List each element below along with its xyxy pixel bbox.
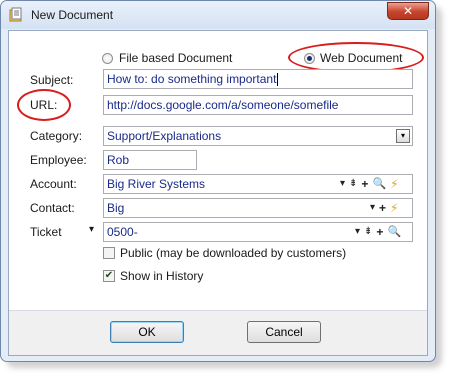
add-icon[interactable]: + bbox=[376, 226, 383, 238]
contact-label: Contact: bbox=[30, 201, 75, 215]
filter-icon[interactable]: ⇟ bbox=[349, 179, 357, 189]
ticket-value: 0500- bbox=[107, 225, 138, 239]
employee-label: Employee: bbox=[30, 153, 87, 167]
chevron-down-icon[interactable]: ▾ bbox=[396, 129, 410, 143]
text-caret bbox=[277, 73, 279, 87]
show-history-checkbox[interactable]: ✔ bbox=[103, 270, 115, 282]
web-document-label[interactable]: Web Document bbox=[320, 51, 402, 65]
subject-input[interactable]: How to: do something important bbox=[103, 69, 413, 89]
filter-icon[interactable]: ⇟ bbox=[364, 227, 372, 237]
category-select[interactable]: Support/Explanations ▾ bbox=[103, 126, 413, 146]
url-input[interactable]: http://docs.google.com/a/someone/somefil… bbox=[103, 95, 413, 115]
title-bar[interactable]: New Document ✕ bbox=[1, 1, 435, 29]
document-icon bbox=[9, 7, 22, 22]
contact-value: Big bbox=[107, 201, 125, 215]
check-icon: ✔ bbox=[104, 270, 114, 281]
dropdown-icon[interactable]: ▾ bbox=[340, 179, 345, 189]
ok-button[interactable]: OK bbox=[110, 321, 184, 343]
public-checkbox[interactable] bbox=[103, 247, 115, 259]
web-document-radio[interactable] bbox=[304, 53, 315, 64]
ticket-dropdown-icon[interactable]: ▾ bbox=[89, 224, 94, 235]
ticket-controls: ▾ ⇟ + 🔍 bbox=[355, 222, 401, 242]
lightning-icon[interactable]: ⚡ bbox=[390, 178, 398, 190]
employee-value: Rob bbox=[107, 153, 130, 167]
contact-input[interactable]: Big bbox=[103, 198, 413, 218]
url-label: URL: bbox=[30, 98, 58, 112]
subject-label: Subject: bbox=[30, 73, 74, 87]
account-label: Account: bbox=[30, 177, 77, 191]
subject-value: How to: do something important bbox=[107, 72, 277, 86]
close-button[interactable]: ✕ bbox=[387, 2, 429, 20]
close-icon: ✕ bbox=[402, 4, 414, 18]
account-value: Big River Systems bbox=[107, 177, 206, 191]
add-icon[interactable]: + bbox=[361, 178, 368, 190]
new-document-dialog: New Document ✕ File based Document Web D… bbox=[0, 0, 436, 362]
button-bar: OK Cancel bbox=[9, 311, 427, 355]
category-value: Support/Explanations bbox=[107, 129, 222, 143]
public-label[interactable]: Public (may be downloaded by customers) bbox=[120, 246, 346, 260]
file-document-radio[interactable] bbox=[102, 53, 113, 64]
lightning-icon[interactable]: ⚡ bbox=[390, 202, 398, 214]
window-title: New Document bbox=[31, 8, 114, 22]
add-icon[interactable]: + bbox=[379, 202, 386, 214]
file-document-label[interactable]: File based Document bbox=[119, 51, 232, 65]
search-icon[interactable]: 🔍 bbox=[387, 227, 401, 238]
employee-input[interactable]: Rob bbox=[103, 150, 197, 170]
ticket-label: Ticket bbox=[30, 225, 62, 239]
form-panel: File based Document Web Document Subject… bbox=[8, 30, 428, 356]
show-history-label[interactable]: Show in History bbox=[120, 269, 203, 283]
dropdown-icon[interactable]: ▾ bbox=[355, 227, 360, 237]
dropdown-icon[interactable]: ▾ bbox=[370, 203, 375, 213]
cancel-button[interactable]: Cancel bbox=[247, 321, 321, 343]
url-value: http://docs.google.com/a/someone/somefil… bbox=[107, 98, 339, 112]
contact-controls: ▾ + ⚡ bbox=[370, 198, 398, 218]
search-icon[interactable]: 🔍 bbox=[372, 179, 386, 190]
category-label: Category: bbox=[30, 129, 83, 143]
account-controls: ▾ ⇟ + 🔍 ⚡ bbox=[340, 174, 399, 194]
